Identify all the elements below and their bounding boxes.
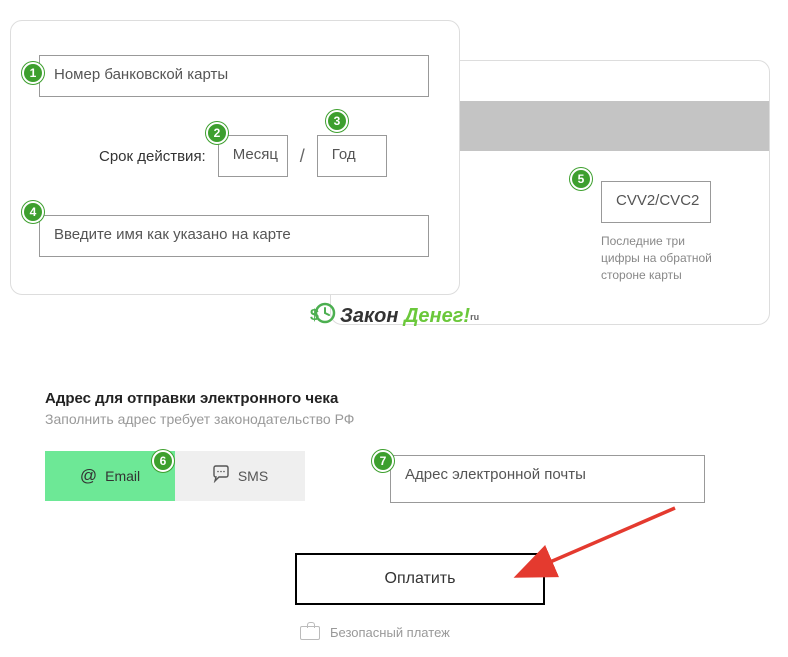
tab-sms[interactable]: SMS xyxy=(175,451,305,501)
step-badge-1: 1 xyxy=(22,62,44,84)
cvv-hint-line: цифры на обратной xyxy=(601,250,721,267)
step-badge-7: 7 xyxy=(372,450,394,472)
card-front-panel: Номер банковской карты Срок действия: Ме… xyxy=(10,20,460,295)
cvv-hint-line: Последние три xyxy=(601,233,721,250)
expiry-slash: / xyxy=(300,146,305,167)
expiry-month-input[interactable]: Месяц xyxy=(218,135,288,177)
step-badge-4: 4 xyxy=(22,201,44,223)
step-badge-3: 3 xyxy=(326,110,348,132)
secure-payment-label: Безопасный платеж xyxy=(330,625,450,640)
chat-icon xyxy=(212,465,230,488)
expiry-year-input[interactable]: Год xyxy=(317,135,387,177)
receipt-subtitle: Заполнить адрес требует законодательство… xyxy=(45,411,745,427)
logo-text-1: Закон xyxy=(340,305,398,328)
cardholder-name-input[interactable]: Введите имя как указано на карте xyxy=(39,215,429,257)
svg-text:$: $ xyxy=(310,307,319,324)
tab-sms-label: SMS xyxy=(238,468,268,484)
cvv-container: CVV2/CVC2 Последние три цифры на обратно… xyxy=(601,181,721,283)
email-address-input[interactable]: Адрес электронной почты xyxy=(390,455,705,503)
step-badge-5: 5 xyxy=(570,168,592,190)
secure-payment-row: Безопасный платеж xyxy=(300,625,450,640)
clock-icon: $ xyxy=(310,300,336,333)
receipt-title: Адрес для отправки электронного чека xyxy=(45,390,745,407)
lock-card-icon xyxy=(300,626,320,640)
card-number-input[interactable]: Номер банковской карты xyxy=(39,55,429,97)
logo-ru: ru xyxy=(470,312,479,322)
site-logo: $ Закон Денег! ru xyxy=(310,300,479,333)
expiry-label: Срок действия: xyxy=(99,148,206,165)
expiry-row: Срок действия: Месяц / Год xyxy=(99,135,431,177)
pay-button[interactable]: Оплатить xyxy=(295,553,545,605)
tab-email-label: Email xyxy=(105,468,140,484)
step-badge-2: 2 xyxy=(206,122,228,144)
logo-text-2: Денег! xyxy=(404,305,470,328)
step-badge-6: 6 xyxy=(152,450,174,472)
cvv-hint-line: стороне карты xyxy=(601,267,721,284)
cvv-input[interactable]: CVV2/CVC2 xyxy=(601,181,711,223)
at-icon: @ xyxy=(80,466,97,486)
cvv-hint: Последние три цифры на обратной стороне … xyxy=(601,233,721,283)
